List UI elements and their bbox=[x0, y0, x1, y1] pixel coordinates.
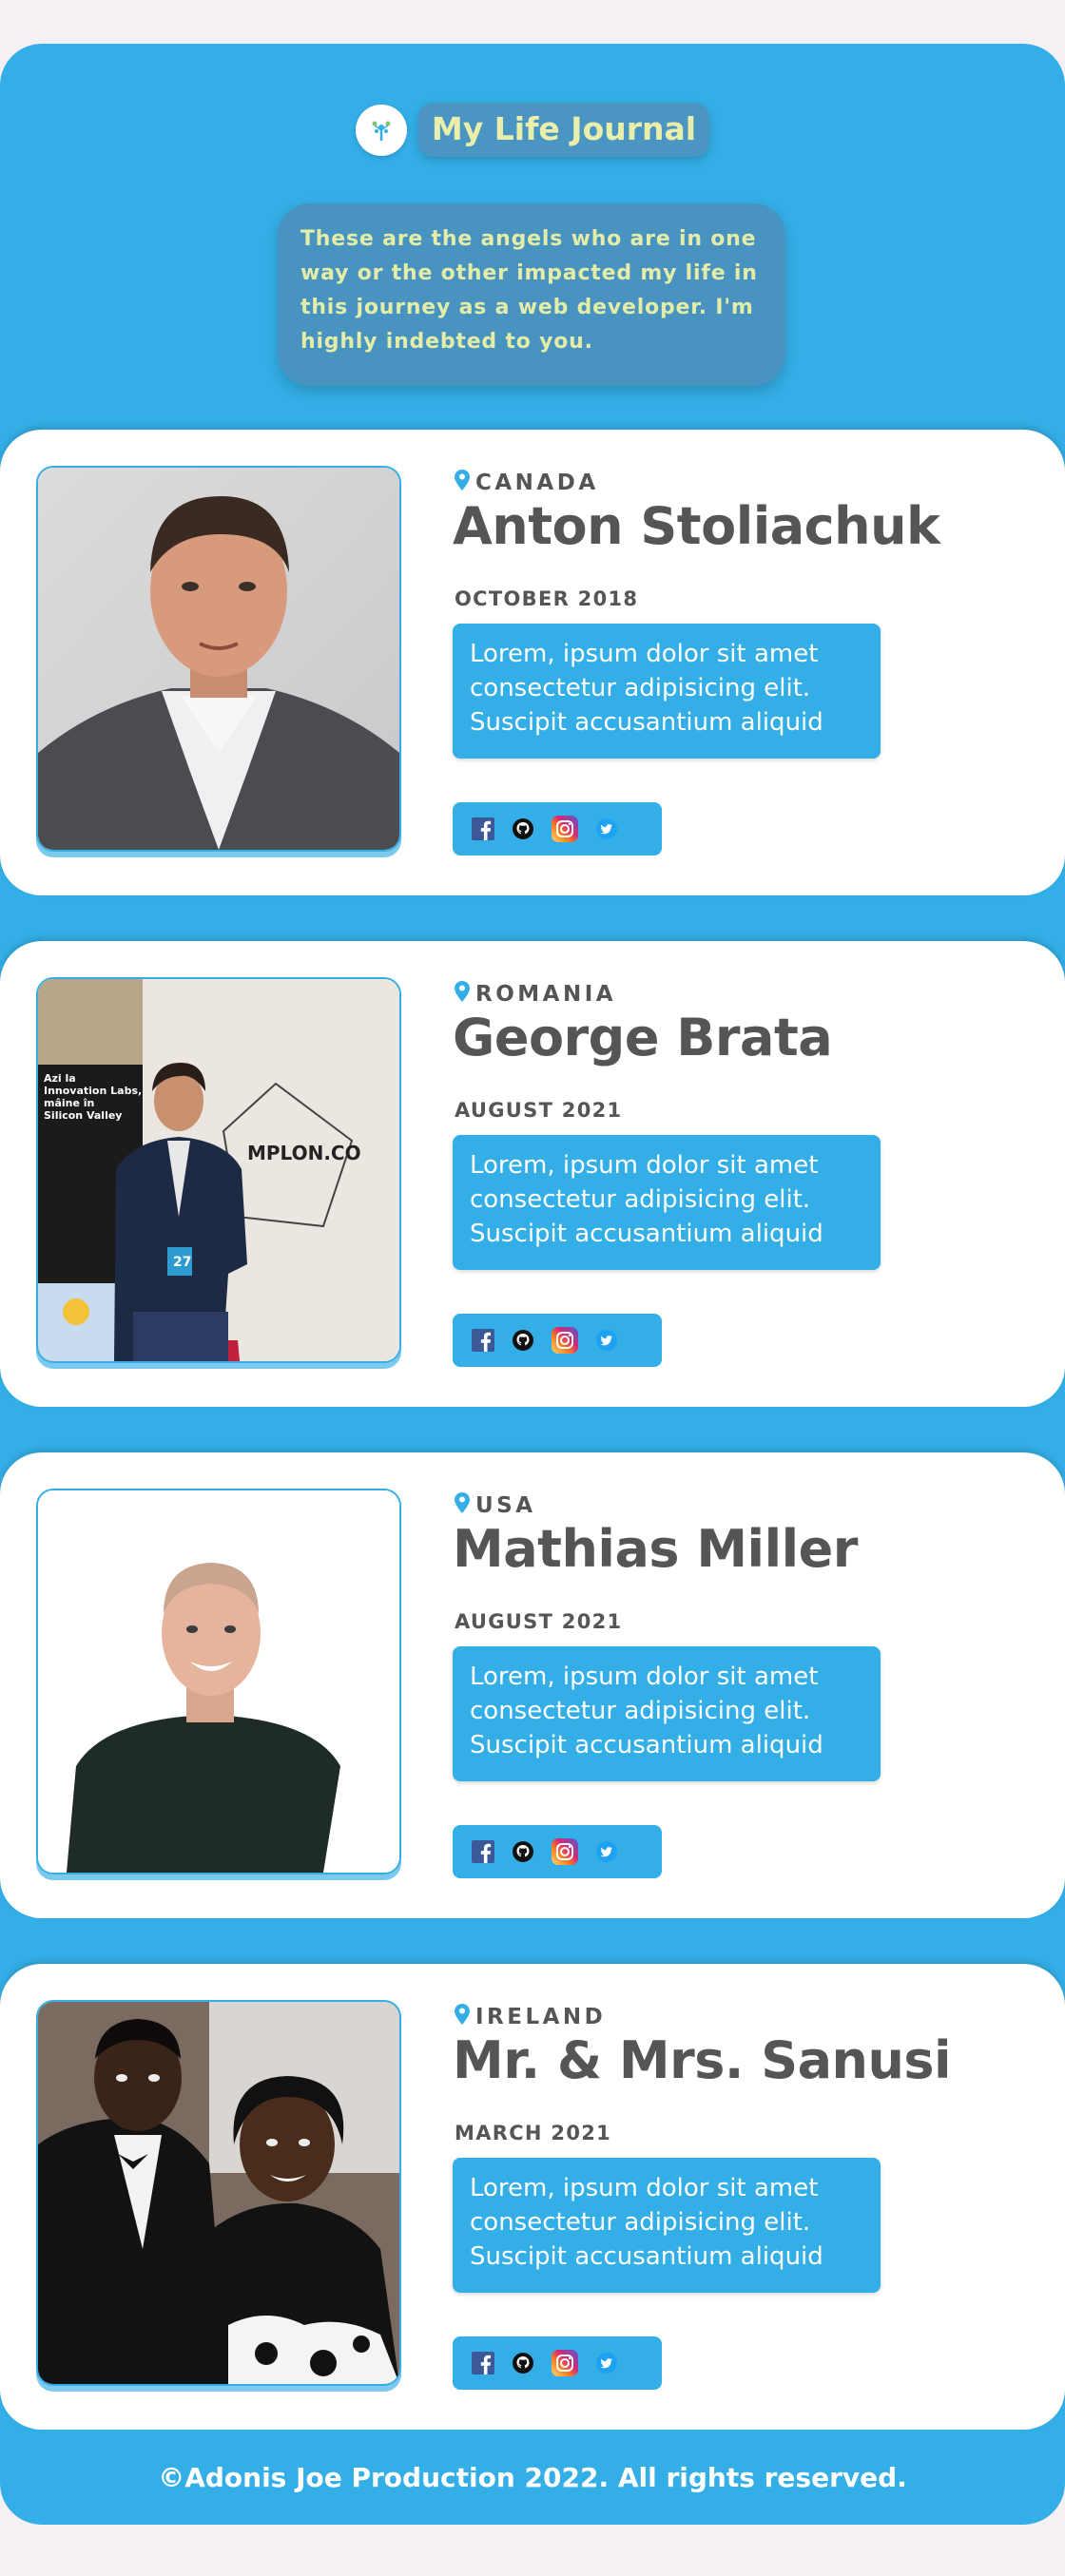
person-blurb: Lorem, ipsum dolor sit amet consectetur … bbox=[453, 1646, 881, 1781]
svg-text:27: 27 bbox=[173, 1255, 191, 1270]
social-links bbox=[453, 1314, 662, 1367]
person-date: AUGUST 2021 bbox=[455, 1099, 623, 1122]
person-card: MPLON.CO Azi la Innovation Labs, mâine î… bbox=[0, 941, 1065, 1409]
person-card: CANADA Anton Stoliachuk OCTOBER 2018 Lor… bbox=[0, 430, 1065, 897]
country-label: IRELAND bbox=[455, 2004, 606, 2030]
svg-text:Innovation Labs,: Innovation Labs, bbox=[44, 1085, 142, 1097]
github-icon[interactable] bbox=[512, 817, 534, 840]
instagram-icon[interactable] bbox=[552, 2350, 578, 2376]
person-blurb: Lorem, ipsum dolor sit amet consectetur … bbox=[453, 1135, 881, 1270]
brand-header: My Life Journal bbox=[0, 103, 1065, 157]
twitter-icon[interactable] bbox=[595, 2352, 618, 2374]
footer-copyright: ©Adonis Joe Production 2022. All rights … bbox=[158, 2462, 907, 2493]
location-pin-icon bbox=[455, 2004, 470, 2030]
country-label: ROMANIA bbox=[455, 981, 616, 1008]
person-blurb: Lorem, ipsum dolor sit amet consectetur … bbox=[453, 2158, 881, 2293]
facebook-icon[interactable] bbox=[472, 1840, 494, 1863]
facebook-icon[interactable] bbox=[472, 817, 494, 840]
country-label: CANADA bbox=[455, 470, 599, 496]
twitter-icon[interactable] bbox=[595, 1329, 618, 1352]
twitter-icon[interactable] bbox=[595, 1840, 618, 1863]
svg-text:Azi la: Azi la bbox=[44, 1072, 76, 1085]
person-photo bbox=[36, 466, 401, 852]
location-pin-icon bbox=[455, 981, 470, 1008]
svg-text:MPLON.CO: MPLON.CO bbox=[247, 1142, 361, 1164]
instagram-icon[interactable] bbox=[552, 1838, 578, 1865]
person-blurb: Lorem, ipsum dolor sit amet consectetur … bbox=[453, 624, 881, 759]
facebook-icon[interactable] bbox=[472, 1329, 494, 1352]
intro-text: These are the angels who are in one way … bbox=[278, 203, 785, 386]
location-pin-icon bbox=[455, 1492, 470, 1519]
location-pin-icon bbox=[455, 470, 470, 496]
person-photo bbox=[36, 1489, 401, 1874]
country-label: USA bbox=[455, 1492, 536, 1519]
social-links bbox=[453, 802, 662, 855]
site-title[interactable]: My Life Journal bbox=[417, 103, 710, 157]
social-links bbox=[453, 2336, 662, 2390]
social-links bbox=[453, 1825, 662, 1878]
person-date: OCTOBER 2018 bbox=[455, 587, 639, 610]
instagram-icon[interactable] bbox=[552, 1327, 578, 1354]
person-name: Anton Stoliachuk bbox=[453, 496, 940, 556]
person-name: Mr. & Mrs. Sanusi bbox=[453, 2030, 952, 2090]
twitter-icon[interactable] bbox=[595, 817, 618, 840]
person-photo: MPLON.CO Azi la Innovation Labs, mâine î… bbox=[36, 977, 401, 1363]
github-icon[interactable] bbox=[512, 1840, 534, 1863]
person-date: MARCH 2021 bbox=[455, 2122, 612, 2144]
person-name: Mathias Miller bbox=[453, 1519, 858, 1579]
person-name: George Brata bbox=[453, 1008, 833, 1067]
person-date: AUGUST 2021 bbox=[455, 1610, 623, 1633]
svg-text:Silicon Valley: Silicon Valley bbox=[44, 1109, 122, 1122]
github-icon[interactable] bbox=[512, 1329, 534, 1352]
logo-icon[interactable] bbox=[355, 104, 407, 156]
facebook-icon[interactable] bbox=[472, 2352, 494, 2374]
person-card: USA Mathias Miller AUGUST 2021 Lorem, ip… bbox=[0, 1452, 1065, 1920]
person-photo bbox=[36, 2000, 401, 2386]
instagram-icon[interactable] bbox=[552, 816, 578, 842]
svg-text:mâine în: mâine în bbox=[44, 1097, 94, 1109]
github-icon[interactable] bbox=[512, 2352, 534, 2374]
person-card: IRELAND Mr. & Mrs. Sanusi MARCH 2021 Lor… bbox=[0, 1964, 1065, 2432]
